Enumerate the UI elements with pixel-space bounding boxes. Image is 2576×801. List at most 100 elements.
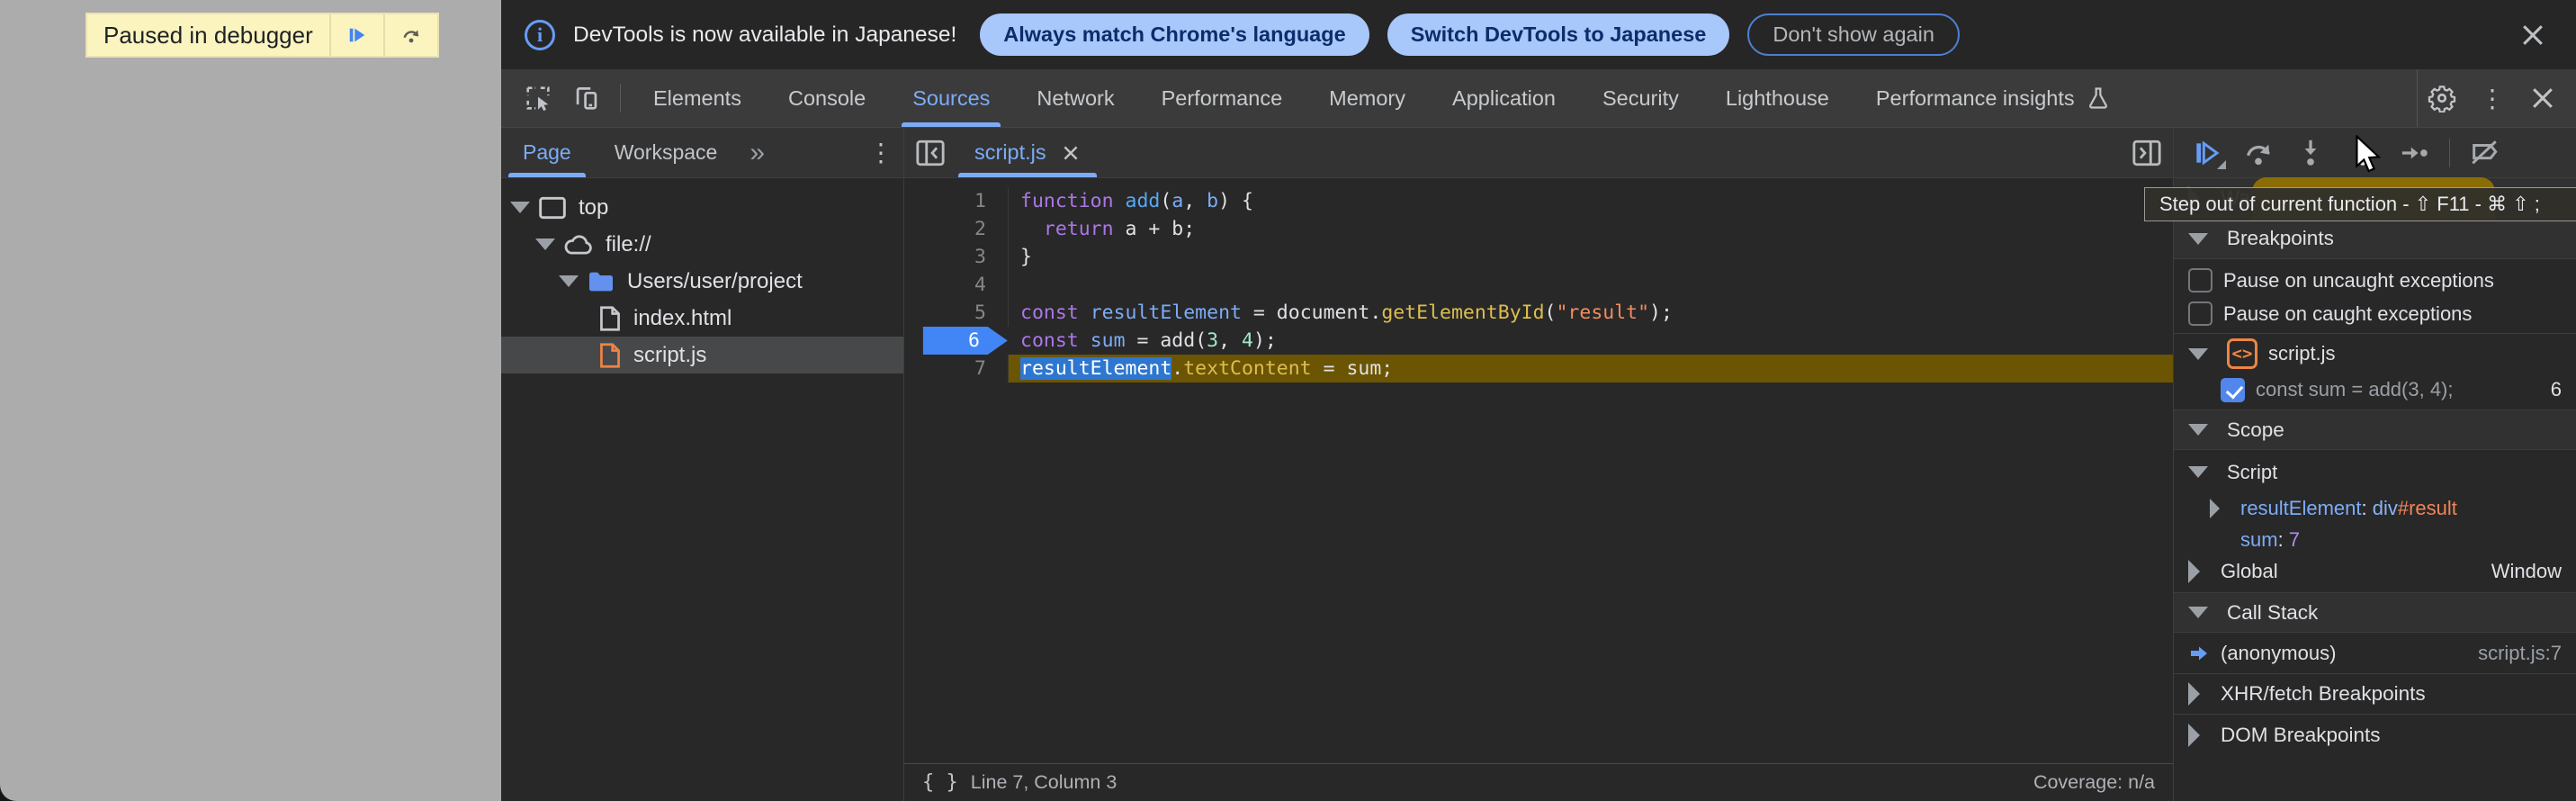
infobar-close-button[interactable]: [2513, 15, 2553, 55]
dom-breakpoints-section-header[interactable]: DOM Breakpoints: [2174, 715, 2576, 755]
panel-right-collapse-icon: [2132, 139, 2162, 167]
expand-arrow-icon[interactable]: [535, 238, 555, 250]
devtools-close-button[interactable]: [2518, 86, 2567, 111]
code-line-1[interactable]: 1function add(a, b) {: [904, 187, 2173, 215]
expand-arrow-icon[interactable]: [559, 275, 579, 287]
tab-memory[interactable]: Memory: [1306, 69, 1429, 127]
hide-navigator-button[interactable]: [904, 128, 956, 177]
dont-show-again-button[interactable]: Don't show again: [1747, 14, 1960, 56]
tab-lighthouse[interactable]: Lighthouse: [1702, 69, 1853, 127]
code-editor[interactable]: 1function add(a, b) {2 return a + b;3}45…: [904, 178, 2173, 763]
navigator-header: Page Workspace » ⋮: [501, 128, 903, 178]
paused-in-debugger-banner: Paused in debugger: [85, 13, 439, 58]
hide-debugger-sidebar-button[interactable]: [2121, 128, 2173, 177]
step-button[interactable]: [2390, 131, 2440, 175]
tree-item-top[interactable]: top: [501, 189, 903, 226]
inspected-page: Paused in debugger: [0, 0, 501, 801]
scope-global-row[interactable]: Global Window: [2174, 554, 2576, 592]
settings-button[interactable]: [2418, 84, 2466, 112]
code-line-2[interactable]: 2 return a + b;: [904, 215, 2173, 243]
breakpoint-checkbox[interactable]: [2221, 378, 2245, 402]
line-number[interactable]: 7: [904, 355, 1009, 382]
step-icon: [2400, 138, 2430, 168]
mouse-cursor: [2350, 135, 2386, 175]
line-content: const resultElement = document.getElemen…: [1009, 299, 1673, 327]
expand-arrow-icon[interactable]: [510, 202, 530, 213]
tab-network[interactable]: Network: [1013, 69, 1137, 127]
call-stack-frame[interactable]: (anonymous) script.js:7: [2174, 633, 2576, 674]
tree-item-index-html[interactable]: index.html: [501, 300, 903, 337]
line-content: function add(a, b) {: [1009, 187, 1253, 215]
call-stack-section-header[interactable]: Call Stack: [2174, 592, 2576, 633]
breakpoints-section-header[interactable]: Breakpoints: [2174, 219, 2576, 259]
tree-item-project-folder[interactable]: Users/user/project: [501, 263, 903, 300]
line-number[interactable]: 3: [904, 243, 1009, 271]
xhr-breakpoints-section-header[interactable]: XHR/fetch Breakpoints: [2174, 674, 2576, 715]
resume-script-button[interactable]: [329, 14, 383, 56]
infobar-message: DevTools is now available in Japanese!: [573, 22, 956, 48]
more-options-button[interactable]: ⋮: [2470, 84, 2515, 113]
resume-button[interactable]: [2181, 131, 2231, 175]
breakpoint-entry[interactable]: const sum = add(3, 4); 6: [2174, 374, 2576, 410]
pretty-print-icon[interactable]: { }: [922, 771, 958, 794]
code-line-6[interactable]: 6const sum = add(3, 4);: [904, 327, 2173, 355]
tree-item-script-js[interactable]: script.js: [501, 337, 903, 374]
line-number[interactable]: 4: [904, 271, 1009, 299]
tab-performance-insights[interactable]: Performance insights: [1853, 69, 2134, 127]
expanded-arrow-icon: [2188, 466, 2208, 478]
line-number[interactable]: 1: [904, 187, 1009, 215]
line-content: }: [1009, 243, 1032, 271]
pause-caught-exceptions-row[interactable]: Pause on caught exceptions: [2174, 298, 2576, 333]
breakpoint-file-group[interactable]: <> script.js: [2174, 333, 2576, 374]
tab-security[interactable]: Security: [1579, 69, 1702, 127]
close-tab-button[interactable]: [1061, 143, 1081, 163]
pause-uncaught-checkbox[interactable]: [2188, 268, 2212, 292]
cursor-position: Line 7, Column 3: [971, 771, 1117, 794]
switch-to-japanese-button[interactable]: Switch DevTools to Japanese: [1387, 14, 1730, 56]
step-into-button[interactable]: [2285, 131, 2336, 175]
step-over-icon: [2243, 138, 2274, 168]
editor-tab-script-js[interactable]: script.js: [956, 128, 1099, 177]
line-number[interactable]: 5: [904, 299, 1009, 327]
editor-pane: script.js 1function add(a, b) {2 return …: [904, 128, 2173, 801]
dropdown-corner-icon: [2217, 160, 2226, 169]
breakpoint-badge[interactable]: 6: [904, 327, 1009, 355]
inspect-element-button[interactable]: [514, 69, 562, 127]
navigator-tab-page[interactable]: Page: [501, 128, 593, 177]
tab-console[interactable]: Console: [765, 69, 889, 127]
code-line-5[interactable]: 5const resultElement = document.getEleme…: [904, 299, 2173, 327]
step-over-next-button[interactable]: [383, 14, 437, 56]
tab-elements[interactable]: Elements: [630, 69, 765, 127]
pause-caught-checkbox[interactable]: [2188, 302, 2212, 326]
tab-sources[interactable]: Sources: [889, 69, 1013, 127]
line-content: [1009, 271, 1020, 299]
deactivate-breakpoints-button[interactable]: [2459, 131, 2509, 175]
tab-application[interactable]: Application: [1429, 69, 1579, 127]
file-js-icon: [598, 342, 622, 369]
toggle-device-toolbar-button[interactable]: [562, 69, 611, 127]
line-number[interactable]: 2: [904, 215, 1009, 243]
collapsed-arrow-icon: [2188, 560, 2200, 583]
frame-icon: [538, 195, 567, 220]
navigator-more-button[interactable]: ⋮: [858, 128, 903, 177]
tree-item-file-protocol[interactable]: file://: [501, 226, 903, 263]
scope-section-header[interactable]: Scope: [2174, 410, 2576, 450]
line-content: resultElement.textContent = sum;: [1009, 355, 1393, 382]
gear-icon: [2428, 84, 2456, 112]
code-line-7[interactable]: 7resultElement.textContent = sum;: [904, 355, 2173, 382]
more-tabs-button[interactable]: »: [739, 128, 774, 177]
navigator-tab-workspace[interactable]: Workspace: [593, 128, 740, 177]
scope-sum-row[interactable]: sum: 7: [2174, 525, 2576, 554]
code-line-3[interactable]: 3}: [904, 243, 2173, 271]
code-line-4[interactable]: 4: [904, 271, 2173, 299]
paused-banner-label: Paused in debugger: [87, 14, 329, 56]
scope-result-element-row[interactable]: resultElement: div#result: [2174, 491, 2576, 525]
scope-script-group[interactable]: Script: [2174, 453, 2576, 491]
close-icon: [2520, 22, 2545, 48]
tab-performance[interactable]: Performance: [1138, 69, 1306, 127]
tabbar-right-controls: ⋮: [2417, 69, 2576, 127]
pause-uncaught-exceptions-row[interactable]: Pause on uncaught exceptions: [2174, 263, 2576, 298]
step-over-button[interactable]: [2233, 131, 2284, 175]
always-match-language-button[interactable]: Always match Chrome's language: [980, 14, 1369, 56]
expanded-arrow-icon: [2188, 607, 2208, 618]
